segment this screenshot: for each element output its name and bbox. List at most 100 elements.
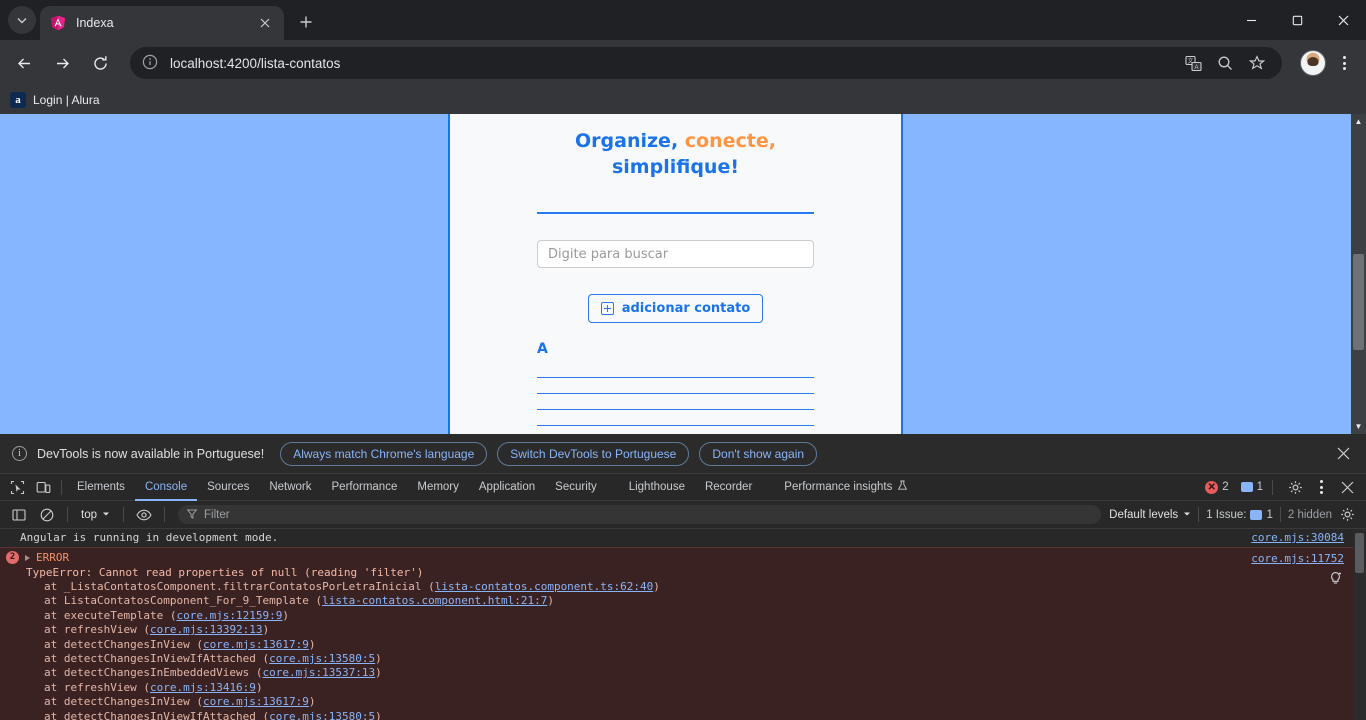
avatar[interactable]	[1300, 50, 1326, 76]
tab-security[interactable]: Security	[545, 474, 607, 501]
svg-text:A: A	[1194, 65, 1198, 71]
stack-frame-link[interactable]: lista-contatos.component.ts:62:40	[435, 580, 654, 593]
scrollbar-thumb[interactable]	[1355, 533, 1364, 573]
error-badge-icon: ✕	[1205, 480, 1219, 494]
stack-frame-link[interactable]: core.mjs:12159:9	[176, 609, 282, 622]
stack-frame-text: at _ListaContatosComponent.filtrarContat…	[44, 580, 435, 593]
lightbulb-icon[interactable]	[1327, 570, 1344, 587]
error-message: TypeError: Cannot read properties of nul…	[26, 566, 424, 579]
expand-triangle-icon[interactable]	[25, 554, 30, 561]
maximize-button[interactable]	[1274, 0, 1320, 40]
browser-tab[interactable]: Indexa	[40, 6, 284, 40]
tab-elements[interactable]: Elements	[67, 474, 135, 501]
tab-memory[interactable]: Memory	[407, 474, 469, 501]
list-item[interactable]	[537, 378, 814, 394]
page-title: Organize, conecte, simplifique!	[450, 128, 901, 180]
stack-frame-link[interactable]: core.mjs:13537:13	[263, 666, 376, 679]
info-message-source-link[interactable]: core.mjs:30084	[1251, 531, 1344, 545]
close-window-button[interactable]	[1320, 0, 1366, 40]
stack-frame-link[interactable]: core.mjs:13392:13	[150, 623, 263, 636]
filter-input[interactable]: Filter	[178, 505, 1102, 524]
error-source-link[interactable]: core.mjs:11752	[1251, 551, 1344, 566]
context-selector[interactable]: top	[75, 509, 116, 521]
stack-frame-link[interactable]: core.mjs:13416:9	[150, 681, 256, 694]
message-badge-icon	[1240, 482, 1253, 492]
tab-performance-insights[interactable]: Performance insights	[774, 474, 918, 501]
scrollbar-thumb[interactable]	[1353, 254, 1364, 350]
list-item[interactable]	[537, 410, 814, 426]
scroll-down-arrow[interactable]: ▼	[1351, 419, 1366, 434]
new-tab-button[interactable]	[292, 8, 320, 36]
info-circle-icon[interactable]	[142, 54, 160, 72]
tab-lighthouse[interactable]: Lighthouse	[619, 474, 695, 501]
device-toolbar-icon[interactable]	[30, 475, 56, 499]
add-contact-button[interactable]: adicionar contato	[587, 294, 764, 323]
tab-recorder[interactable]: Recorder	[695, 474, 762, 501]
page-scrollbar[interactable]: ▲ ▼	[1351, 114, 1366, 434]
tab-application[interactable]: Application	[469, 474, 545, 501]
issues-label: 1 Issue:	[1206, 508, 1247, 521]
bookmark-item-login-alura[interactable]: a Login | Alura	[10, 92, 100, 108]
stack-frame-link[interactable]: core.mjs:13617:9	[203, 638, 309, 651]
chevron-down-icon[interactable]	[8, 6, 36, 34]
message-count[interactable]: 1	[1240, 481, 1263, 493]
address-bar[interactable]: localhost:4200/lista-contatos 文 A	[130, 47, 1282, 79]
console-log[interactable]: Angular is running in development mode. …	[0, 529, 1366, 720]
tab-performance[interactable]: Performance	[322, 474, 408, 501]
page-content: Organize, conecte, simplifique! adiciona…	[0, 114, 1351, 434]
switch-to-portuguese-button[interactable]: Switch DevTools to Portuguese	[497, 441, 690, 466]
error-count[interactable]: ✕ 2	[1205, 480, 1229, 494]
close-icon[interactable]	[1334, 475, 1360, 499]
clear-console-icon[interactable]	[34, 503, 60, 527]
divider	[61, 479, 62, 495]
translate-icon[interactable]: 文 A	[1180, 50, 1206, 76]
angular-logo-icon	[50, 15, 66, 31]
list-item[interactable]	[537, 362, 814, 378]
sidebar-toggle-icon[interactable]	[6, 503, 32, 527]
reload-button[interactable]	[84, 47, 116, 79]
stack-frame-text: at ListaContatosComponent_For_9_Template…	[44, 594, 323, 608]
tab-network[interactable]: Network	[259, 474, 321, 501]
close-icon[interactable]	[1332, 443, 1354, 465]
always-match-language-button[interactable]: Always match Chrome's language	[280, 441, 488, 466]
inspect-element-icon[interactable]	[4, 475, 30, 499]
star-icon[interactable]	[1244, 50, 1270, 76]
scroll-up-arrow[interactable]: ▲	[1351, 114, 1366, 129]
tab-sources[interactable]: Sources	[197, 474, 259, 501]
stack-frame-tail: )	[375, 709, 382, 720]
three-dots-icon[interactable]	[1330, 49, 1358, 77]
eye-icon[interactable]	[131, 503, 157, 527]
stack-frame: at detectChangesInViewIfAttached (core.m…	[44, 710, 1352, 720]
log-levels-selector[interactable]: Default levels	[1109, 509, 1191, 521]
search-input[interactable]	[537, 240, 814, 268]
stack-frame-link[interactable]: core.mjs:13617:9	[203, 695, 309, 708]
issues-indicator[interactable]: 1 Issue: 1	[1206, 509, 1273, 521]
stack-frame-link[interactable]: core.mjs:13580:5	[269, 710, 375, 720]
minimize-button[interactable]	[1228, 0, 1274, 40]
stack-frame-text: at detectChangesInEmbeddedViews (	[44, 666, 263, 680]
stack-frame: at refreshView (core.mjs:13392:13)	[44, 623, 1352, 637]
tab-performance-insights-label: Performance insights	[784, 481, 893, 493]
console-scrollbar[interactable]	[1353, 529, 1366, 720]
forward-button[interactable]	[46, 47, 78, 79]
list-item[interactable]	[537, 426, 814, 434]
gear-icon[interactable]	[1282, 475, 1308, 499]
error-header[interactable]: 2 ERROR core.mjs:11752	[0, 548, 1366, 565]
console-error-entry[interactable]: 2 ERROR core.mjs:11752 TypeError: Cannot…	[0, 547, 1366, 720]
divider	[1272, 479, 1273, 495]
list-item[interactable]	[537, 394, 814, 410]
three-dots-icon[interactable]	[1312, 473, 1330, 501]
stack-frame-text: at detectChangesInView (	[44, 695, 203, 709]
stack-frame-tail: )	[308, 637, 316, 651]
stack-frame-link[interactable]: core.mjs:13580:5	[269, 652, 375, 665]
gear-icon[interactable]	[1334, 503, 1360, 527]
tab-console[interactable]: Console	[135, 474, 197, 501]
devtools-status-area: ✕ 2 1	[1205, 473, 1366, 501]
dont-show-again-button[interactable]: Don't show again	[699, 441, 818, 466]
close-icon[interactable]	[256, 14, 274, 32]
stack-frame-link[interactable]: lista-contatos.component.html:21:7	[322, 594, 547, 607]
console-info-message[interactable]: Angular is running in development mode. …	[0, 529, 1366, 547]
back-button[interactable]	[8, 47, 40, 79]
zoom-search-icon[interactable]	[1212, 50, 1238, 76]
stack-frame-tail: )	[653, 580, 660, 593]
